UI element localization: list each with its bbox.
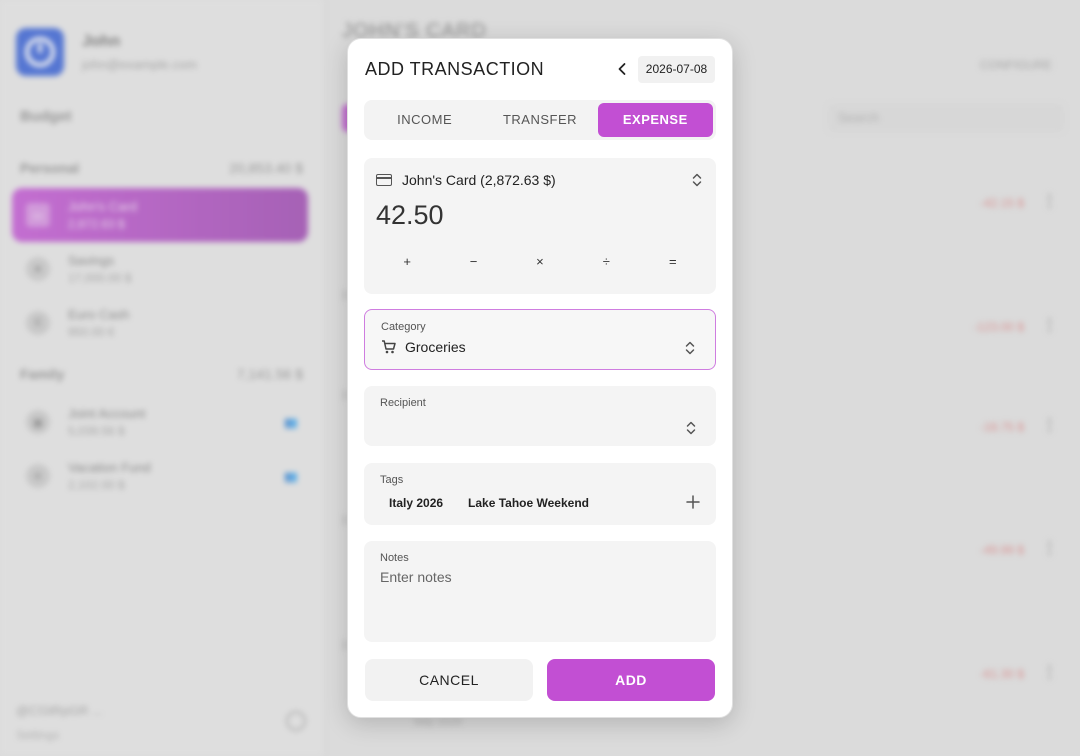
category-label: Category <box>381 321 426 333</box>
cart-icon <box>381 339 397 355</box>
account-selector-label: John's Card (2,872.63 $) <box>402 172 556 188</box>
tags-label: Tags <box>380 474 404 486</box>
category-value: Groceries <box>405 339 466 355</box>
tag-chip[interactable]: Italy 2026 <box>389 496 443 510</box>
divide-operator-button[interactable]: ÷ <box>591 254 621 269</box>
amount-display[interactable]: 42.50 <box>376 200 444 231</box>
account-selector[interactable]: John's Card (2,872.63 $) <box>376 170 704 190</box>
tab-transfer[interactable]: TRANSFER <box>482 103 597 137</box>
add-transaction-dialog: ADD TRANSACTION 2026-07-08 INCOME TRANSF… <box>347 38 733 718</box>
tags-field: Tags Italy 2026 Lake Tahoe Weekend <box>364 463 716 525</box>
unfold-icon <box>683 340 697 356</box>
calculator-operators: + − × ÷ = <box>374 254 706 269</box>
credit-card-icon <box>376 174 392 186</box>
account-amount-card: John's Card (2,872.63 $) 42.50 + − × ÷ = <box>364 158 716 294</box>
transaction-type-tabs: INCOME TRANSFER EXPENSE <box>364 100 716 140</box>
minus-operator-button[interactable]: − <box>459 254 489 269</box>
category-select[interactable]: Category Groceries <box>364 309 716 370</box>
add-button[interactable]: ADD <box>547 659 715 701</box>
tab-expense[interactable]: EXPENSE <box>597 103 713 137</box>
plus-operator-button[interactable]: + <box>392 254 422 269</box>
notes-field: Notes <box>364 541 716 642</box>
equals-operator-button[interactable]: = <box>658 254 688 269</box>
tag-chip[interactable]: Lake Tahoe Weekend <box>468 496 589 510</box>
dialog-title: ADD TRANSACTION <box>365 59 545 79</box>
date-picker-button[interactable]: 2026-07-08 <box>638 56 715 83</box>
multiply-operator-button[interactable]: × <box>525 254 555 269</box>
recipient-label: Recipient <box>380 397 426 409</box>
chevron-left-icon[interactable] <box>612 57 632 81</box>
unfold-icon <box>684 420 698 436</box>
add-tag-icon[interactable] <box>686 495 700 509</box>
tab-income[interactable]: INCOME <box>367 103 482 137</box>
recipient-select[interactable]: Recipient <box>364 386 716 446</box>
notes-input[interactable] <box>380 569 700 585</box>
notes-label: Notes <box>380 552 409 564</box>
unfold-icon <box>690 172 704 188</box>
cancel-button[interactable]: CANCEL <box>365 659 533 701</box>
